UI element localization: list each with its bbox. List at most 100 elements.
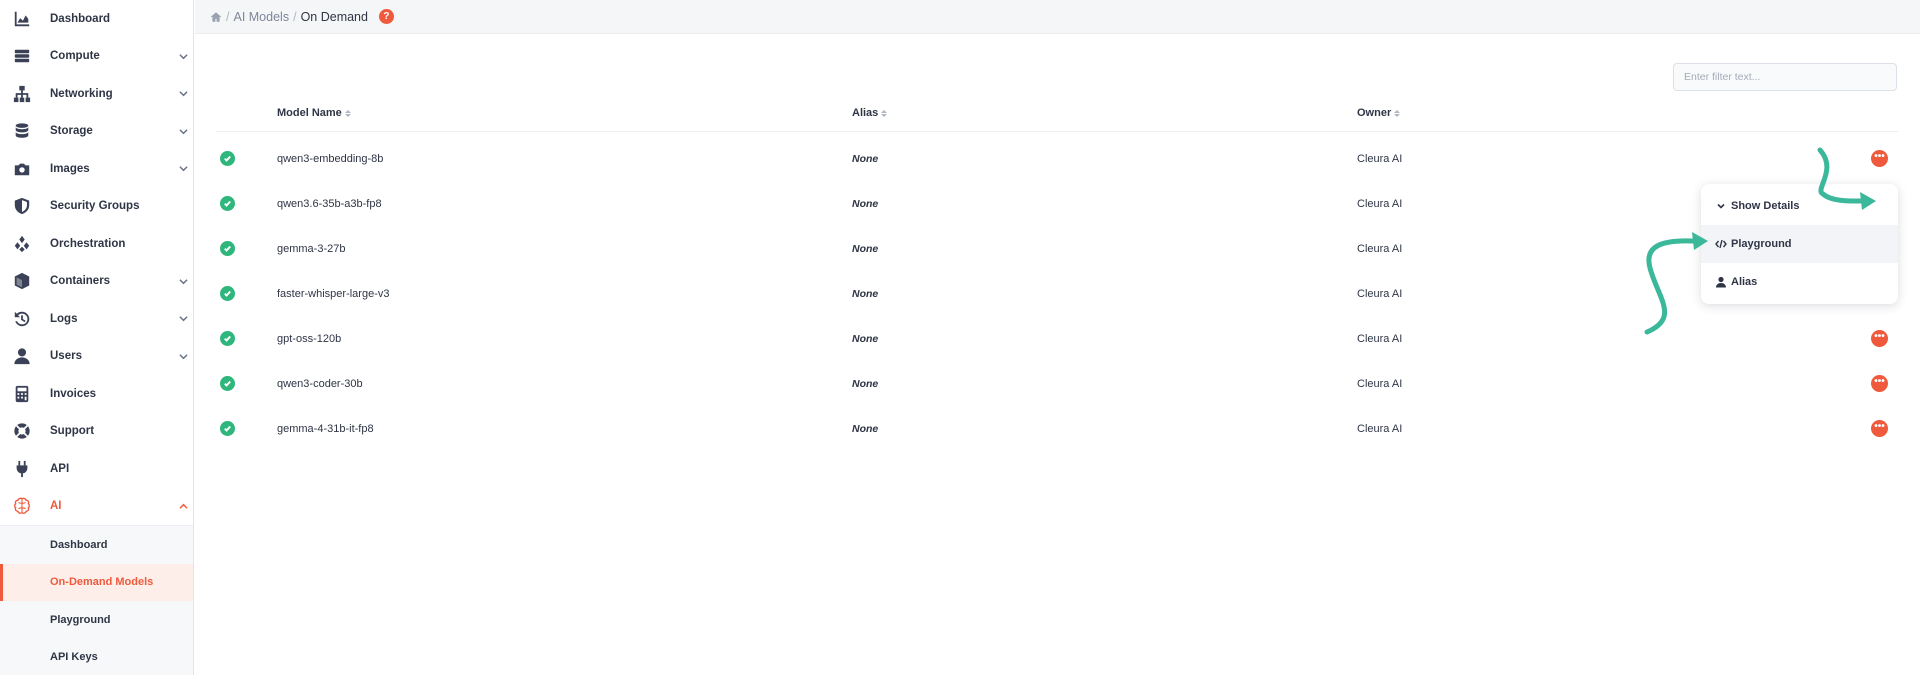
table-row: qwen3-embedding-8b None Cleura AI ••• [216, 136, 1898, 181]
more-actions-button[interactable]: ••• [1871, 330, 1888, 347]
brain-icon [13, 497, 31, 515]
sidebar-item-containers[interactable]: Containers [0, 263, 193, 301]
sidebar-item-api[interactable]: API [0, 450, 193, 488]
check-circle-icon [220, 241, 235, 256]
menu-item-label: Playground [1731, 238, 1792, 250]
more-actions-button[interactable]: ••• [1871, 375, 1888, 392]
menu-item-label: Alias [1731, 276, 1758, 288]
sidebar-item-logs[interactable]: Logs [0, 300, 193, 338]
sort-icon [881, 109, 888, 117]
model-name: faster-whisper-large-v3 [277, 287, 390, 300]
model-alias: None [852, 197, 879, 210]
sidebar-item-storage[interactable]: Storage [0, 113, 193, 151]
sitemap-icon [13, 85, 31, 103]
sidebar-item-label: Networking [50, 87, 113, 100]
sidebar-item-support[interactable]: Support [0, 413, 193, 451]
sidebar-item-label: Orchestration [50, 237, 126, 250]
submenu-item-label: Playground [50, 613, 111, 626]
sidebar: Dashboard Compute Networking Storage Ima… [0, 0, 194, 675]
check-circle-icon [220, 331, 235, 346]
submenu-item-dashboard[interactable]: Dashboard [0, 526, 193, 564]
table-row: gemma-4-31b-it-fp8 None Cleura AI ••• [216, 406, 1898, 451]
model-owner: Cleura AI [1357, 287, 1403, 300]
sidebar-item-label: Compute [50, 50, 100, 63]
sidebar-item-label: Logs [50, 312, 78, 325]
sidebar-item-networking[interactable]: Networking [0, 75, 193, 113]
sidebar-item-compute[interactable]: Compute [0, 38, 193, 76]
check-circle-icon [220, 421, 235, 436]
menu-item-playground[interactable]: Playground [1701, 225, 1898, 263]
submenu-item-api-keys[interactable]: API Keys [0, 639, 193, 675]
chevron-down-icon [1715, 200, 1727, 212]
calculator-icon [13, 385, 31, 403]
model-name: gpt-oss-120b [277, 332, 342, 345]
chevron-down-icon [178, 314, 188, 324]
plug-icon [13, 460, 31, 478]
column-header-model-name[interactable]: Model Name [277, 100, 351, 126]
table-header: Model Name Alias Owner [216, 100, 1898, 132]
chevron-down-icon [178, 351, 188, 361]
menu-item-show-details[interactable]: Show Details [1701, 187, 1898, 225]
model-name: qwen3-coder-30b [277, 377, 363, 390]
submenu-item-playground[interactable]: Playground [0, 601, 193, 639]
model-alias: None [852, 287, 879, 300]
sidebar-item-invoices[interactable]: Invoices [0, 375, 193, 413]
submenu-item-label: Dashboard [50, 538, 108, 551]
shield-icon [13, 197, 31, 215]
sidebar-item-dashboard[interactable]: Dashboard [0, 0, 193, 38]
model-alias: None [852, 377, 879, 390]
sidebar-item-label: Dashboard [50, 12, 111, 25]
home-icon[interactable] [210, 11, 222, 23]
sidebar-item-label: Images [50, 162, 90, 175]
database-icon [13, 122, 31, 140]
more-actions-button[interactable]: ••• [1871, 150, 1888, 167]
layers-icon [13, 235, 31, 253]
column-header-label: Model Name [277, 107, 342, 119]
sidebar-item-orchestration[interactable]: Orchestration [0, 225, 193, 263]
column-header-label: Alias [852, 107, 879, 119]
sidebar-item-ai[interactable]: AI [0, 488, 193, 526]
cube-icon [13, 272, 31, 290]
chevron-down-icon [178, 51, 188, 61]
sidebar-item-label: Storage [50, 125, 93, 138]
sidebar-item-label: Invoices [50, 387, 97, 400]
more-actions-button[interactable]: ••• [1871, 420, 1888, 437]
help-icon[interactable]: ? [378, 9, 394, 24]
submenu-item-on-demand-models[interactable]: On-Demand Models [0, 563, 193, 601]
menu-item-alias[interactable]: Alias [1701, 263, 1898, 301]
sidebar-item-images[interactable]: Images [0, 150, 193, 188]
model-owner: Cleura AI [1357, 332, 1403, 345]
model-alias: None [852, 332, 879, 345]
ai-submenu: Dashboard On-Demand Models Playground AP… [0, 525, 193, 675]
sidebar-item-security-groups[interactable]: Security Groups [0, 188, 193, 226]
table-row: gpt-oss-120b None Cleura AI ••• [216, 316, 1898, 361]
sort-icon [344, 109, 351, 117]
check-circle-icon [220, 151, 235, 166]
breadcrumb-separator: / [226, 9, 230, 24]
sidebar-item-users[interactable]: Users [0, 338, 193, 376]
chart-area-icon [13, 10, 31, 28]
server-icon [13, 47, 31, 65]
sidebar-item-label: API [50, 462, 70, 475]
chevron-down-icon [178, 89, 188, 99]
more-icon: ••• [1874, 420, 1885, 432]
check-circle-icon [220, 196, 235, 211]
camera-icon [13, 160, 31, 178]
filter-input[interactable] [1673, 63, 1897, 91]
more-icon: ••• [1874, 150, 1885, 162]
sort-icon [1394, 109, 1401, 117]
history-icon [13, 310, 31, 328]
sidebar-item-label: Containers [50, 275, 111, 288]
submenu-item-label: API Keys [50, 651, 98, 664]
check-circle-icon [220, 286, 235, 301]
table-row: qwen3.6-35b-a3b-fp8 None Cleura AI ••• [216, 181, 1898, 226]
model-owner: Cleura AI [1357, 242, 1403, 255]
column-header-alias[interactable]: Alias [852, 100, 888, 126]
column-header-owner[interactable]: Owner [1357, 100, 1401, 126]
lifebuoy-icon [13, 422, 31, 440]
user-icon [1715, 276, 1727, 288]
breadcrumb-ai-models[interactable]: AI Models [233, 10, 289, 24]
chevron-down-icon [178, 126, 188, 136]
breadcrumb: / AI Models / On Demand ? [195, 0, 1920, 34]
model-alias: None [852, 422, 879, 435]
